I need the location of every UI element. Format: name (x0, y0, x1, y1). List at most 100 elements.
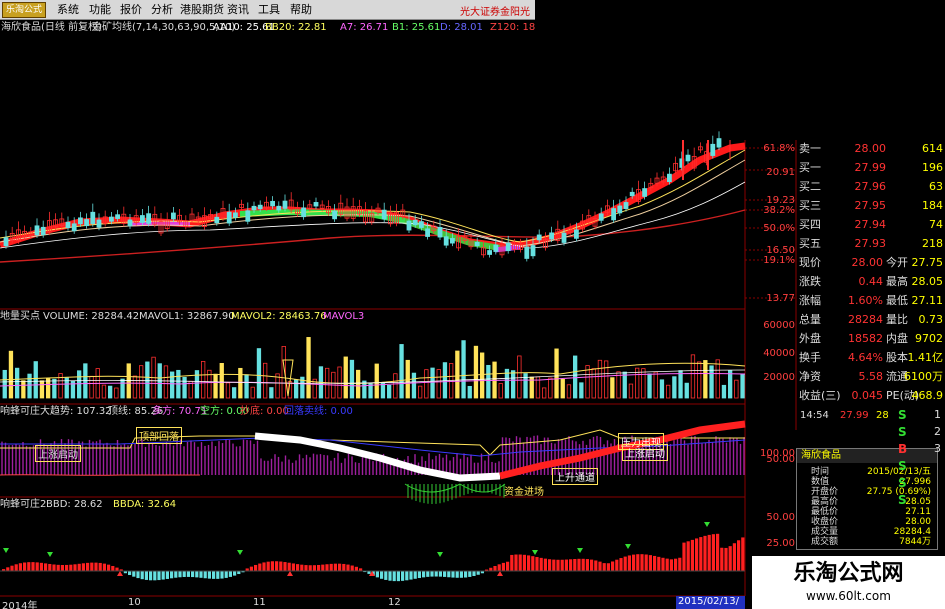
bs-signal: S (898, 408, 907, 422)
ma-band-green (239, 208, 406, 224)
vol-label-60000: 60000 (763, 320, 795, 331)
bbd-bar (14, 564, 18, 571)
volume-bar (510, 370, 516, 399)
quote-value: 18582 (848, 332, 883, 345)
volume-bar (101, 384, 107, 399)
bbd-bar (443, 571, 447, 577)
bbd-bar (233, 571, 237, 576)
quote-label: 买五 (799, 237, 821, 250)
bbd-bar (321, 564, 325, 571)
bbd-bar (182, 571, 186, 577)
bbd-bar (413, 571, 417, 579)
volume-bar (566, 384, 572, 399)
bbd-bar (468, 571, 472, 577)
volume-bar (306, 337, 311, 399)
bbd-bar (165, 571, 169, 579)
label-up-start-2: 上涨启动 (622, 444, 668, 461)
volume-bar (740, 373, 745, 399)
volume-bar (703, 360, 708, 399)
bbd-bar (459, 571, 463, 578)
volume-bar (461, 340, 466, 399)
candle-body (90, 211, 96, 224)
bs-index: 2 (934, 425, 941, 438)
quote-label: 买一 (799, 161, 821, 174)
bbd-panel-title: 响蜂可庄2 (0, 499, 47, 510)
candle-body (493, 244, 499, 252)
bbd-bar (497, 564, 501, 571)
bbd-bar (136, 571, 140, 579)
candle-body (381, 209, 387, 220)
volume-bar (399, 344, 404, 399)
volume-bar (678, 370, 683, 399)
bbd-bar (426, 571, 430, 577)
quote-value-2: 196 (922, 161, 943, 174)
quote-value: 5.58 (858, 370, 884, 383)
bbd-bar (543, 558, 547, 571)
label-top-fall: 顶部回落 (136, 427, 182, 444)
candle-body (332, 210, 338, 220)
quote-row: 买二 27.96 63 (796, 178, 945, 195)
bbd-bar (686, 541, 690, 571)
volume-bar (591, 368, 596, 399)
trend-sd-value: 抄底: 0.00 (240, 406, 289, 417)
candle-body (96, 219, 102, 228)
volume-bar (604, 360, 609, 399)
volume-bar (659, 379, 665, 399)
bbd-bar (266, 561, 270, 571)
quote-value-2: 218 (922, 237, 943, 250)
candle-body (617, 205, 623, 214)
bbd-bar (552, 559, 556, 571)
volume-bar (479, 352, 485, 399)
volume-bar (256, 348, 262, 399)
price-label-1377: 13.77 (766, 293, 795, 304)
date-label-current[interactable]: 2015/02/13/五 (676, 596, 745, 609)
bbd-bar (690, 539, 694, 571)
buy-arrow (625, 544, 631, 549)
bbd-bar (346, 564, 350, 571)
mavol1-value: MAVOL1: 32867.90 (139, 311, 235, 322)
bbd-label-25: 25.00 (766, 538, 795, 549)
candle-body (623, 202, 629, 209)
watermark: 乐淘公式网 www.60lt.com (752, 556, 945, 609)
bbd-bar (585, 559, 589, 571)
bbd-bar (590, 559, 594, 571)
quote-label-2: 最高 (886, 275, 908, 288)
candle-body (574, 229, 579, 239)
quote-value-2: 1.41亿 (907, 351, 944, 364)
bbd-bar (682, 542, 686, 571)
bbd-bar (707, 534, 711, 571)
bbd-bar (296, 564, 300, 571)
bbd-bar (455, 571, 459, 578)
bbd-bar (195, 571, 199, 578)
volume-bar (672, 376, 677, 399)
volume-bar (244, 374, 249, 399)
volume-bar (108, 385, 113, 399)
bbd-bar (81, 563, 85, 571)
bbda-value: BBDA: 32.64 (113, 499, 177, 510)
quote-row: 外盘 18582 内盘 9702 (796, 330, 945, 347)
popup-key: 开盘价 (811, 487, 839, 497)
volume-bars (2, 337, 745, 399)
bbd-bar (388, 571, 392, 581)
bbd-bar (501, 562, 505, 571)
trend-dqs-value: 大趋势: 107.32 (40, 406, 112, 417)
bbd-bar (65, 564, 69, 571)
candle-body (115, 214, 120, 219)
sell-arrow (497, 571, 503, 576)
popup-key: 最高价 (811, 497, 839, 507)
quote-value: 0.045 (851, 389, 884, 402)
candle-body (40, 226, 46, 236)
bs-signal: B (898, 442, 908, 456)
volume-bar (666, 384, 671, 399)
volume-bar (647, 373, 652, 399)
quote-label-2: 最低 (886, 294, 908, 307)
popup-key: 数值 (811, 477, 830, 487)
bbd-bar (716, 533, 720, 571)
popup-key: 收盘价 (811, 517, 839, 527)
volume-bar (374, 363, 379, 399)
bbd-bar (447, 571, 451, 578)
watermark-title: 乐淘公式网 (793, 561, 904, 586)
bbd-bar (228, 571, 232, 577)
bbd-bar (350, 565, 354, 571)
bs-index: 3 (934, 442, 941, 455)
